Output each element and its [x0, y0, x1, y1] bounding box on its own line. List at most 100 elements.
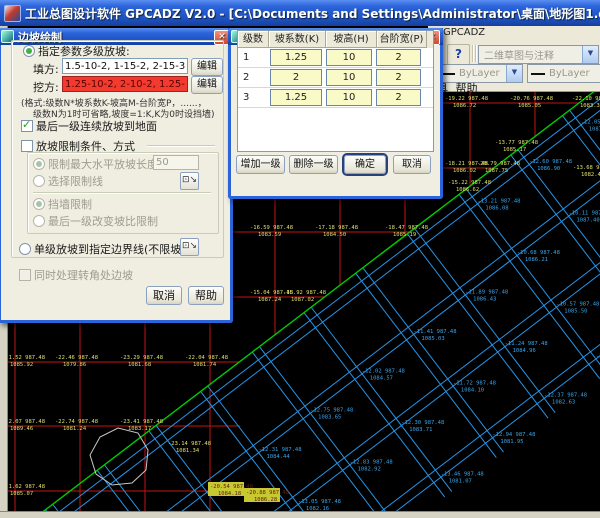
coordinate-label: -12.30 987.48: [401, 420, 444, 426]
coordinate-label: -23.14 987.48: [168, 441, 211, 447]
checkbox-process-corners[interactable]: [19, 269, 31, 281]
coordinate-label: -13.21 987.48: [477, 198, 520, 204]
table-row: 22102: [238, 68, 433, 88]
coordinate-label: -22.04 987.48: [185, 355, 228, 361]
elevation-label: 1082.92: [358, 466, 381, 472]
coordinate-label: -11.80 987.48: [596, 353, 600, 359]
radio-single-level-to-boundary[interactable]: [19, 243, 31, 255]
table-cell[interactable]: 10: [326, 89, 372, 106]
checkbox-last-level-to-ground[interactable]: [21, 120, 33, 132]
coordinate-label: -12.05 987.48: [581, 119, 600, 125]
app-icon: [4, 5, 21, 22]
chevron-down-icon[interactable]: ▼: [582, 46, 598, 63]
elevation-label: 1083.65: [318, 415, 341, 421]
radio-max-horizontal-length[interactable]: [33, 158, 45, 170]
legend-line: [147, 145, 215, 147]
cut-label: 挖方:: [33, 79, 59, 95]
delete-level-button[interactable]: 删除一级: [289, 155, 338, 174]
elevation-label: 1084.10: [461, 388, 484, 394]
elevation-label: 1085.03: [421, 336, 444, 342]
coordinate-label: -12.60 987.48: [529, 159, 572, 165]
color-swatch: [441, 73, 455, 75]
workspace-combobox[interactable]: 二维草图与注释 ▼: [478, 45, 599, 64]
checkbox-slope-limit[interactable]: [21, 140, 33, 152]
help-button[interactable]: 帮助: [188, 286, 224, 305]
radio-select-limit-line[interactable]: [33, 175, 45, 187]
coordinate-label: -10.57 987.48: [556, 302, 599, 308]
add-level-button[interactable]: 增加一级: [236, 155, 285, 174]
table-cell[interactable]: 10: [326, 69, 372, 86]
table-cell[interactable]: 2: [270, 69, 322, 86]
max-length-input[interactable]: [153, 155, 199, 170]
help-icon-button[interactable]: ?: [447, 44, 470, 65]
radio-change-last-ratio-label: 最后一级改变坡比限制: [48, 213, 158, 229]
table-cell[interactable]: 2: [376, 49, 421, 66]
title-bar: 工业总图设计软件 GPCADZ V2.0 - [C:\Documents and…: [0, 0, 600, 26]
elevation-label: 1084.18: [218, 491, 241, 497]
cut-table-body: 11.251022210231.25102: [238, 48, 433, 108]
cancel-button[interactable]: 取消: [146, 286, 182, 305]
toolbar-separator: [472, 45, 474, 62]
table-cell[interactable]: 10: [326, 49, 372, 66]
table-cell[interactable]: 2: [376, 69, 421, 86]
radio-retaining-wall-limit[interactable]: [33, 198, 45, 210]
elevation-label: 1086.28: [254, 497, 277, 503]
column-header: 台阶宽(P): [377, 31, 427, 48]
elevation-label: 1086.62: [456, 187, 479, 193]
slope-dialog: 边坡绘制 ✕ 指定参数多级放坡: 填方: 编辑 挖方: 编辑 (格式:级数N*坡…: [0, 28, 233, 323]
radio-multi-level-slope[interactable]: [23, 45, 35, 57]
menu-item-help[interactable]: 帮助: [456, 82, 478, 95]
pick-on-screen-icon[interactable]: ⊡↘: [180, 238, 199, 256]
coordinate-label: -11.89 987.48: [465, 289, 508, 295]
table-row: 31.25102: [238, 88, 433, 108]
elevation-label: 1085.50: [564, 309, 587, 315]
coordinate-label: -22.07 987.48: [2, 419, 45, 425]
table-cell[interactable]: 1.25: [270, 49, 322, 66]
elevation-label: 1087.52: [589, 126, 600, 132]
coordinate-label: -21.62 987.48: [2, 484, 45, 490]
coordinate-label: -12.02 987.48: [362, 368, 405, 374]
elevation-label: 1082.45: [581, 172, 600, 178]
radio-change-last-ratio[interactable]: [33, 215, 45, 227]
cancel-button[interactable]: 取消: [393, 155, 431, 174]
elevation-label: 1084.57: [370, 375, 393, 381]
elevation-label: 1081.34: [176, 448, 200, 454]
coordinate-label: -12.75 987.48: [310, 408, 353, 414]
column-header: 坡系数(K): [269, 31, 326, 48]
elevation-label: 1086.72: [453, 103, 476, 109]
cut-input[interactable]: [62, 76, 188, 92]
elevation-label: 1081.24: [63, 426, 87, 432]
elevation-label: 1083.71: [409, 427, 432, 433]
coordinate-label: -22.46 987.48: [55, 355, 98, 361]
coordinate-label: -18.47 987.48: [385, 225, 428, 231]
menu-bar: 具 帮助: [428, 80, 600, 91]
elevation-label: 1086.08: [485, 205, 508, 211]
elevation-label: 1083.30: [580, 103, 600, 109]
table-cell[interactable]: 1.25: [270, 89, 322, 106]
coordinate-label: -16.59 987.48: [250, 225, 293, 231]
coordinate-label: -20.79 987.48: [477, 161, 520, 167]
table-cell[interactable]: 2: [376, 89, 421, 106]
pick-on-screen-icon[interactable]: ⊡↘: [180, 172, 199, 190]
fill-input[interactable]: [62, 58, 188, 74]
radio-multi-level-slope-label: 指定参数多级放坡:: [38, 43, 130, 59]
elevation-label: 1087.75: [485, 168, 508, 174]
radio-single-level-to-boundary-label: 单级放坡到指定边界线(不限坡比):: [34, 241, 200, 257]
workspace-combobox-value: 二维草图与注释: [484, 47, 554, 62]
cut-params-dialog: 挖方参数设置 ✕ 级数坡系数(K)坡高(H)台阶宽(P) 11.25102221…: [228, 28, 443, 199]
elevation-label: 1084.50: [323, 232, 346, 238]
coordinate-label: -22.10 987.48: [572, 96, 600, 102]
coordinate-label: -11.72 987.48: [453, 381, 496, 387]
table-row: 11.25102: [238, 48, 433, 68]
elevation-label: 1081.07: [449, 479, 472, 485]
coordinate-label: -11.41 987.48: [413, 329, 456, 335]
gpcadz-label: GPCADZ: [443, 27, 485, 38]
linetype-swatch: [531, 73, 545, 75]
fill-edit-button[interactable]: 编辑: [191, 58, 223, 76]
radio-max-horizontal-length-label: 限制最大水平放坡长度:: [48, 156, 162, 172]
cut-edit-button[interactable]: 编辑: [191, 76, 223, 94]
elevation-label: 1081.68: [128, 362, 151, 368]
ok-button[interactable]: 确定: [344, 155, 386, 174]
elevation-label: 1085.17: [503, 147, 526, 153]
coordinate-label: -22.74 987.48: [55, 419, 98, 425]
